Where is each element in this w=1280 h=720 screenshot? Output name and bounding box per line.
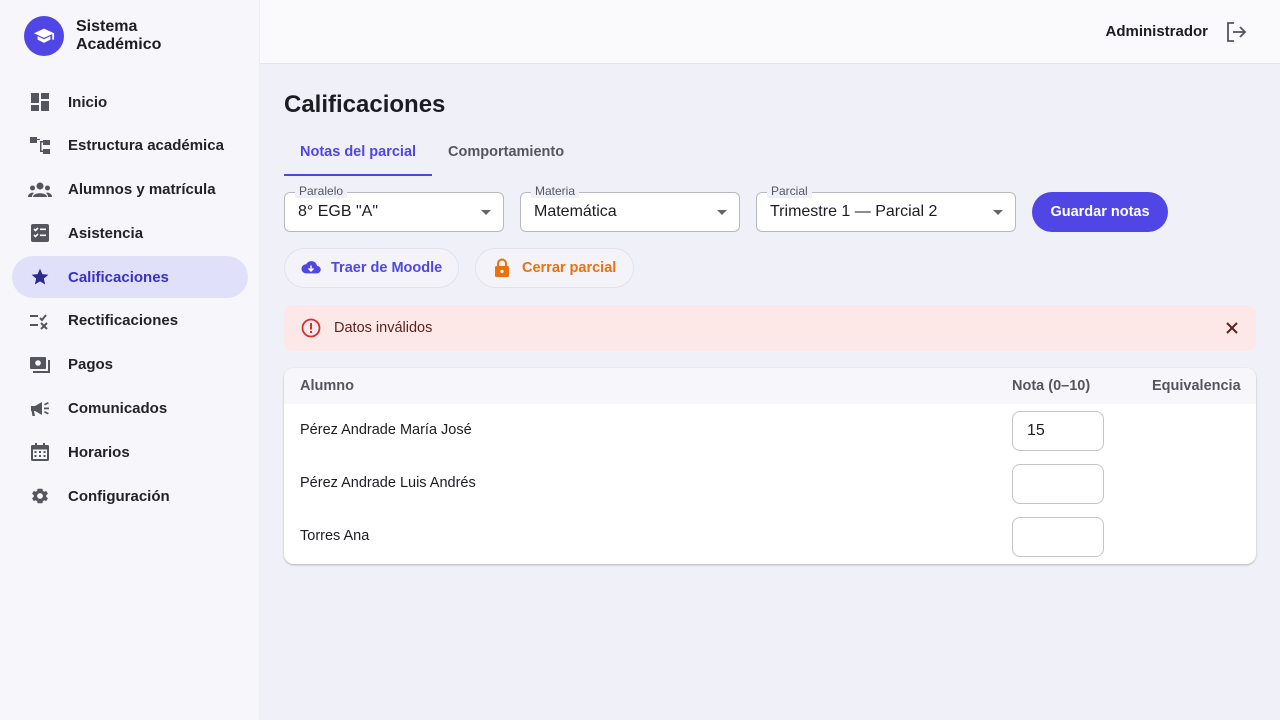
caret-down-icon [481, 210, 491, 215]
graduation-cap-icon [24, 16, 64, 56]
gear-icon [28, 484, 52, 508]
paralelo-value: 8° EGB "A" [298, 203, 379, 220]
column-header-alumno: Alumno [300, 378, 354, 394]
materia-label: Materia [531, 184, 580, 198]
caret-down-icon [717, 210, 727, 215]
megaphone-icon [28, 397, 52, 421]
user-name[interactable]: Administrador [1105, 23, 1208, 40]
materia-select[interactable]: Materia Matemática [520, 184, 740, 232]
table-row: Torres Ana [284, 510, 1256, 563]
sidebar-item-configuracion[interactable]: Configuración [12, 475, 248, 517]
sidebar-item-alumnos[interactable]: Alumnos y matrícula [12, 169, 248, 211]
lock-icon [492, 258, 512, 278]
table-row: Pérez Andrade María José [284, 404, 1256, 457]
tab-bar: Notas del parcial Comportamiento [284, 132, 580, 176]
sidebar-item-comunicados[interactable]: Comunicados [12, 388, 248, 430]
sidebar-item-label: Alumnos y matrícula [68, 181, 216, 199]
rule-icon [28, 309, 52, 333]
error-alert: Datos inválidos [284, 305, 1256, 351]
sidebar: Sistema Académico Inicio Estructura acad… [0, 0, 260, 720]
table-header: Alumno Nota (0–10) Equivalencia [284, 368, 1256, 404]
paralelo-label: Paralelo [295, 184, 348, 198]
sidebar-item-label: Horarios [68, 443, 130, 461]
grade-input[interactable] [1012, 464, 1104, 504]
tab-notas-parcial[interactable]: Notas del parcial [284, 132, 433, 176]
student-name: Pérez Andrade María José [300, 422, 472, 438]
save-grades-button[interactable]: Guardar notas [1032, 192, 1168, 232]
page-title: Calificaciones [284, 91, 446, 118]
error-icon [301, 318, 321, 338]
sidebar-item-label: Estructura académica [68, 137, 224, 155]
sidebar-item-label: Pagos [68, 356, 114, 374]
checklist-icon [28, 221, 52, 245]
parcial-label: Parcial [767, 184, 812, 198]
brand: Sistema Académico [24, 16, 186, 56]
star-icon [28, 265, 52, 289]
sidebar-item-horarios[interactable]: Horarios [12, 431, 248, 473]
materia-value: Matemática [534, 203, 617, 220]
cloud-download-icon [301, 258, 321, 278]
group-icon [28, 178, 52, 202]
sidebar-item-label: Calificaciones [68, 268, 169, 286]
sidebar-item-estructura[interactable]: Estructura académica [12, 125, 248, 167]
brand-name: Sistema Académico [76, 18, 186, 54]
top-bar: Administrador [260, 0, 1280, 64]
paralelo-select[interactable]: Paralelo 8° EGB "A" [284, 184, 504, 232]
student-name: Pérez Andrade Luis Andrés [300, 475, 476, 491]
sidebar-item-label: Comunicados [68, 400, 168, 418]
sidebar-item-pagos[interactable]: Pagos [12, 344, 248, 386]
column-header-equivalencia: Equivalencia [1152, 378, 1241, 394]
sidebar-item-calificaciones[interactable]: Calificaciones [12, 256, 248, 299]
parcial-select[interactable]: Parcial Trimestre 1 — Parcial 2 [756, 184, 1016, 232]
sidebar-item-label: Asistencia [68, 224, 144, 242]
caret-down-icon [993, 210, 1003, 215]
sidebar-item-inicio[interactable]: Inicio [12, 81, 248, 123]
payments-icon [28, 353, 52, 377]
close-partial-button[interactable]: Cerrar parcial [475, 248, 634, 288]
grades-table: Alumno Nota (0–10) Equivalencia Pérez An… [284, 368, 1256, 564]
tab-comportamiento[interactable]: Comportamiento [432, 132, 580, 176]
sidebar-nav: Inicio Estructura académica Alumnos y ma… [12, 81, 248, 519]
dashboard-icon [28, 90, 52, 114]
grade-input[interactable] [1012, 517, 1104, 557]
grade-input[interactable] [1012, 411, 1104, 451]
close-partial-label: Cerrar parcial [522, 260, 617, 276]
sidebar-item-label: Inicio [68, 93, 108, 111]
parcial-value: Trimestre 1 — Parcial 2 [770, 203, 938, 220]
close-icon[interactable] [1224, 320, 1240, 336]
logout-icon[interactable] [1224, 20, 1248, 44]
student-name: Torres Ana [300, 528, 370, 544]
sidebar-item-label: Configuración [68, 487, 170, 505]
brand-name-line2: Académico [76, 36, 162, 53]
import-moodle-label: Traer de Moodle [331, 260, 443, 276]
calendar-icon [28, 440, 52, 464]
table-row: Pérez Andrade Luis Andrés [284, 457, 1256, 510]
alert-message: Datos inválidos [334, 320, 433, 336]
sidebar-item-asistencia[interactable]: Asistencia [12, 212, 248, 254]
import-moodle-button[interactable]: Traer de Moodle [284, 248, 459, 288]
sidebar-item-rectificaciones[interactable]: Rectificaciones [12, 300, 248, 342]
brand-name-line1: Sistema [76, 18, 138, 35]
hierarchy-icon [28, 134, 52, 158]
column-header-nota: Nota (0–10) [1012, 378, 1091, 394]
sidebar-item-label: Rectificaciones [68, 312, 179, 330]
